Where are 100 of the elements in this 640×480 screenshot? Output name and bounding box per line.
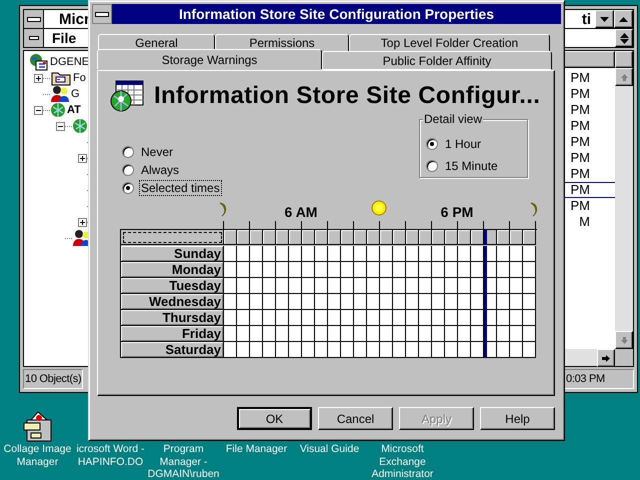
time-slot[interactable] bbox=[367, 310, 380, 326]
time-slot[interactable] bbox=[458, 278, 471, 294]
day-header[interactable]: Thursday bbox=[121, 310, 224, 326]
time-slot[interactable] bbox=[250, 326, 263, 342]
time-slot[interactable] bbox=[354, 326, 367, 342]
desktop-icon-label[interactable]: Microsoft Exchange Administrator bbox=[372, 443, 434, 480]
time-slot[interactable] bbox=[497, 262, 510, 278]
time-slot[interactable] bbox=[380, 342, 393, 358]
time-slot[interactable] bbox=[263, 342, 276, 358]
time-slot[interactable] bbox=[237, 246, 250, 262]
time-slot[interactable] bbox=[250, 278, 263, 294]
time-slot[interactable] bbox=[250, 342, 263, 358]
time-slot[interactable] bbox=[263, 246, 276, 262]
time-slot[interactable] bbox=[432, 262, 445, 278]
time-slot[interactable] bbox=[237, 326, 250, 342]
time-slot[interactable] bbox=[315, 262, 328, 278]
hour-header[interactable] bbox=[237, 230, 250, 245]
time-slot[interactable] bbox=[510, 278, 523, 294]
time-slot[interactable] bbox=[471, 310, 484, 326]
hour-header[interactable] bbox=[315, 230, 328, 245]
time-slot[interactable] bbox=[224, 342, 237, 358]
time-slot[interactable] bbox=[380, 326, 393, 342]
desktop-icon-label[interactable]: icrosoft Word - HAPINFO.DO bbox=[76, 443, 145, 468]
time-slot[interactable] bbox=[432, 342, 445, 358]
time-slot[interactable] bbox=[471, 262, 484, 278]
time-slot[interactable] bbox=[432, 278, 445, 294]
time-slot[interactable] bbox=[328, 326, 341, 342]
time-slot[interactable] bbox=[380, 246, 393, 262]
tree-item-label[interactable]: DGENE bbox=[50, 56, 90, 68]
time-slot[interactable] bbox=[276, 262, 289, 278]
time-slot[interactable] bbox=[523, 246, 536, 262]
time-slot[interactable] bbox=[432, 246, 445, 262]
day-header[interactable]: Sunday bbox=[121, 246, 224, 262]
time-slot[interactable] bbox=[406, 278, 419, 294]
dialog-button[interactable]: OK bbox=[237, 407, 312, 430]
tab[interactable]: Storage Warnings bbox=[97, 49, 322, 69]
tab[interactable]: Permissions bbox=[215, 34, 349, 51]
time-slot[interactable] bbox=[328, 278, 341, 294]
time-slot[interactable] bbox=[237, 262, 250, 278]
time-slot[interactable] bbox=[276, 246, 289, 262]
time-slot[interactable] bbox=[419, 326, 432, 342]
hour-header[interactable] bbox=[224, 230, 237, 245]
time-slot[interactable] bbox=[289, 246, 302, 262]
time-slot[interactable] bbox=[445, 294, 458, 310]
hour-header[interactable] bbox=[484, 230, 497, 245]
time-slot[interactable] bbox=[458, 310, 471, 326]
time-slot[interactable] bbox=[471, 326, 484, 342]
time-slot[interactable] bbox=[458, 262, 471, 278]
time-slot[interactable] bbox=[328, 342, 341, 358]
time-slot[interactable] bbox=[406, 326, 419, 342]
time-slot[interactable] bbox=[484, 342, 497, 358]
time-slot[interactable] bbox=[432, 310, 445, 326]
time-slot[interactable] bbox=[315, 278, 328, 294]
time-slot[interactable] bbox=[328, 246, 341, 262]
hour-header[interactable] bbox=[341, 230, 354, 245]
time-slot[interactable] bbox=[458, 246, 471, 262]
plus-box-icon[interactable] bbox=[34, 74, 43, 82]
radio-label[interactable]: Always bbox=[139, 162, 182, 178]
time-slot[interactable] bbox=[380, 310, 393, 326]
time-slot[interactable] bbox=[380, 278, 393, 294]
file-cabinet-icon[interactable] bbox=[22, 410, 54, 442]
time-slot[interactable] bbox=[497, 342, 510, 358]
radio-icon[interactable] bbox=[122, 146, 134, 158]
time-slot[interactable] bbox=[341, 278, 354, 294]
menu-item[interactable]: File bbox=[44, 30, 84, 46]
time-slot[interactable] bbox=[289, 326, 302, 342]
time-slot[interactable] bbox=[406, 246, 419, 262]
time-slot[interactable] bbox=[302, 246, 315, 262]
time-slot[interactable] bbox=[419, 278, 432, 294]
minimize-button[interactable] bbox=[595, 10, 614, 28]
time-slot[interactable] bbox=[510, 262, 523, 278]
desktop-icon-label[interactable]: Visual Guide bbox=[300, 443, 360, 456]
time-slot[interactable] bbox=[445, 278, 458, 294]
hour-header[interactable] bbox=[419, 230, 432, 245]
time-slot[interactable] bbox=[302, 342, 315, 358]
time-slot[interactable] bbox=[393, 262, 406, 278]
time-slot[interactable] bbox=[523, 310, 536, 326]
radio-option[interactable]: Never bbox=[122, 143, 222, 161]
time-slot[interactable] bbox=[315, 326, 328, 342]
time-slot[interactable] bbox=[328, 294, 341, 310]
time-slot[interactable] bbox=[354, 246, 367, 262]
tree-item-label[interactable]: G bbox=[71, 88, 80, 100]
time-slot[interactable] bbox=[471, 246, 484, 262]
restore-button[interactable] bbox=[615, 29, 633, 47]
time-slot[interactable] bbox=[471, 294, 484, 310]
time-slot[interactable] bbox=[341, 262, 354, 278]
time-slot[interactable] bbox=[484, 278, 497, 294]
time-slot[interactable] bbox=[341, 246, 354, 262]
time-slot[interactable] bbox=[523, 294, 536, 310]
time-slot[interactable] bbox=[510, 246, 523, 262]
time-slot[interactable] bbox=[393, 294, 406, 310]
radio-label[interactable]: Selected times bbox=[139, 180, 222, 196]
time-slot[interactable] bbox=[510, 294, 523, 310]
time-slot[interactable] bbox=[328, 310, 341, 326]
time-slot[interactable] bbox=[354, 342, 367, 358]
time-slot[interactable] bbox=[224, 262, 237, 278]
radio-label[interactable]: 1 Hour bbox=[443, 136, 484, 152]
hour-header[interactable] bbox=[328, 230, 341, 245]
plus-box-icon[interactable] bbox=[78, 154, 87, 162]
time-slot[interactable] bbox=[289, 342, 302, 358]
